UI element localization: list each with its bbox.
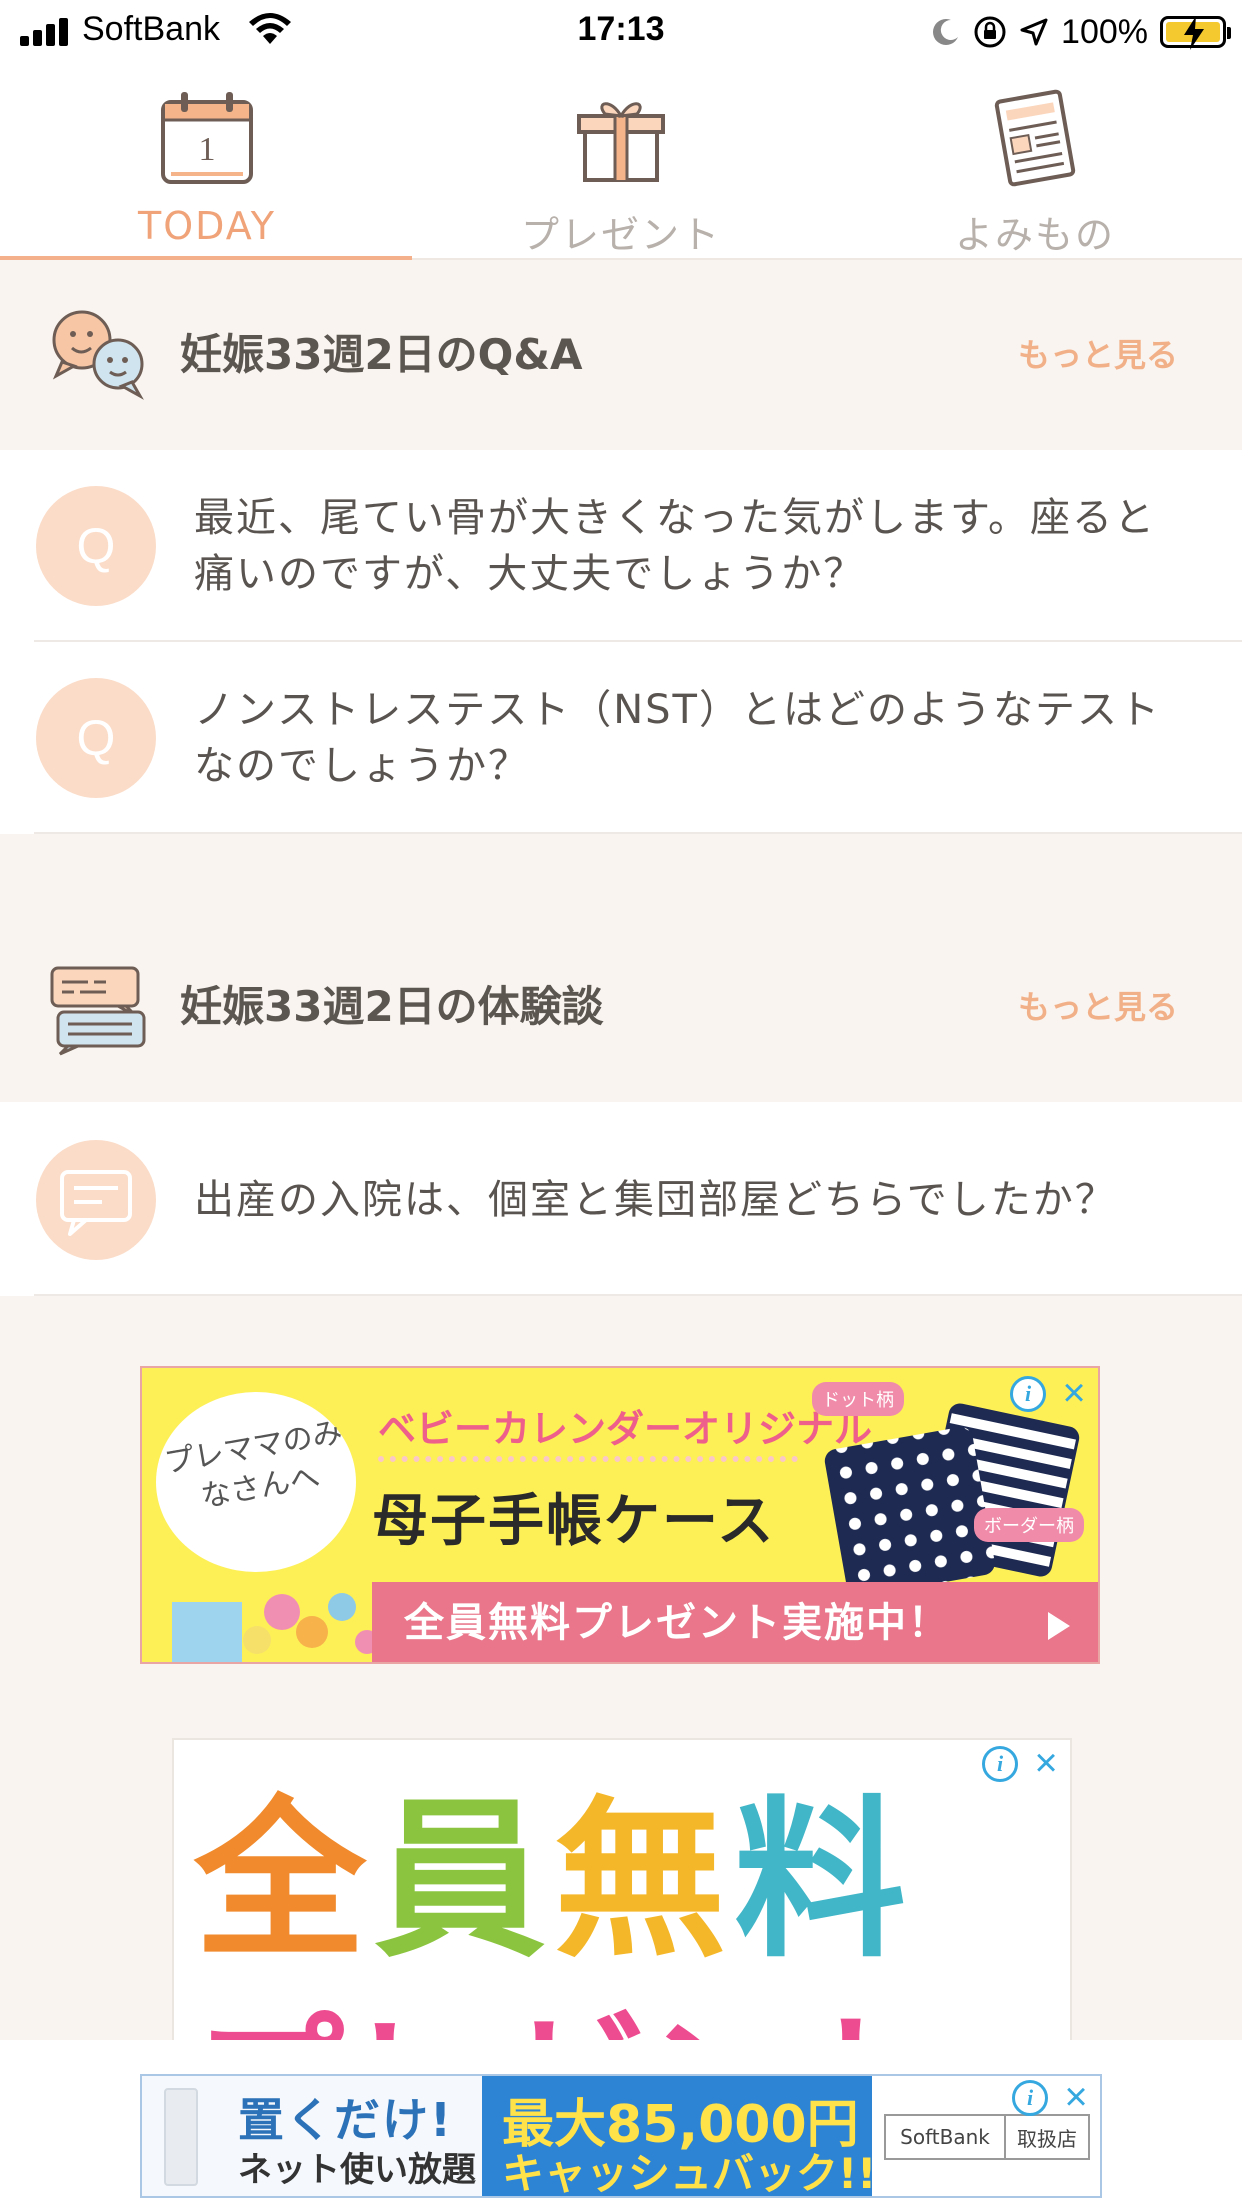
ad-info-icon[interactable]: i xyxy=(1010,1376,1046,1412)
ad-area: プレママのみなさんへ ベビーカレンダーオリジナル 母子手帳ケース ドット柄 ボー… xyxy=(0,1296,1242,2040)
ad-banner-free-present[interactable]: 全員無料 プレゼント i × xyxy=(172,1738,1072,2040)
ad-free-heading: 全員無料 xyxy=(194,1780,914,1981)
question-text: ノンストレステスト（NST）とはどのようなテストなのでしょうか？ xyxy=(194,687,1161,789)
tab-label: よみもの xyxy=(954,213,1115,257)
tab-today[interactable]: 1 TODAY xyxy=(0,64,414,262)
experience-section-header: 妊娠33週2日の体験談 もっと見る xyxy=(0,912,1242,1102)
ad-headline: 母子手帳ケース xyxy=(372,1489,776,1554)
tab-label: TODAY xyxy=(138,204,276,248)
router-illustration xyxy=(164,2088,198,2186)
qa-section-title: 妊娠33週2日のQ&A xyxy=(180,330,583,379)
qa-item[interactable]: Q ノンストレステスト（NST）とはどのようなテストなのでしょうか？ xyxy=(0,642,1242,834)
play-arrow-icon xyxy=(1048,1612,1070,1640)
handbook-case-illustration xyxy=(824,1403,1080,1598)
status-right: 100% xyxy=(931,10,1231,54)
qa-section-header: 妊娠33週2日のQ&A もっと見る xyxy=(0,260,1242,450)
experience-section-title: 妊娠33週2日の体験談 xyxy=(180,982,604,1031)
experience-item[interactable]: 出産の入院は、個室と集団部屋どちらでしたか？ xyxy=(0,1104,1242,1296)
qa-more-link[interactable]: もっと見る xyxy=(1018,260,1178,450)
ad-banner-softbank[interactable]: 置くだけ! ネット使い放題 最大85,000円 キャッシュバック!! SoftB… xyxy=(140,2074,1102,2198)
rotation-lock-icon xyxy=(974,16,1006,48)
ad-dotted-line xyxy=(378,1456,798,1462)
tab-reading[interactable]: よみもの xyxy=(828,64,1242,260)
bottom-ad-bar: 置くだけ! ネット使い放題 最大85,000円 キャッシュバック!! SoftB… xyxy=(0,2040,1242,2208)
location-icon xyxy=(1020,18,1048,46)
status-bar: SoftBank 17:13 100% xyxy=(0,0,1242,64)
question-text: 最近、尾てい骨が大きくなった気がします。座ると痛いのですが、大丈夫でしょうか？ xyxy=(194,495,1156,597)
ad-brand-text: ベビーカレンダーオリジナル xyxy=(378,1407,873,1451)
qa-item[interactable]: Q 最近、尾てい骨が大きくなった気がします。座ると痛いのですが、大丈夫でしょうか… xyxy=(0,450,1242,642)
comment-icon xyxy=(60,1170,132,1236)
ad-info-icon[interactable]: i xyxy=(1012,2080,1048,2116)
ad-close-icon[interactable]: × xyxy=(1028,1743,1064,1783)
softbank-logo: SoftBank 取扱店 xyxy=(884,2114,1090,2160)
flowers-illustration xyxy=(172,1593,379,1662)
battery-percent: 100% xyxy=(1061,12,1148,51)
ad-close-icon[interactable]: × xyxy=(1056,1373,1092,1413)
ad-tag-border: ボーダー柄 xyxy=(974,1508,1084,1542)
ad-tag-dots: ドット柄 xyxy=(812,1382,904,1416)
section-gap xyxy=(0,834,1242,912)
ad-line2: ネット使い放題 xyxy=(238,2150,476,2190)
moon-icon xyxy=(933,19,959,45)
newspaper-icon xyxy=(994,89,1076,187)
ad-cashback: キャッシュバック!! xyxy=(502,2149,877,2198)
ad-present-text: プレゼント xyxy=(194,1964,944,2040)
ad-info-icon[interactable]: i xyxy=(982,1746,1018,1782)
ad-close-icon[interactable]: × xyxy=(1058,2077,1094,2117)
battery-icon xyxy=(1160,16,1231,50)
ad-cta-text: 全員無料プレゼント実施中！ xyxy=(404,1600,950,1646)
experience-more-link[interactable]: もっと見る xyxy=(1018,912,1178,1102)
calendar-icon: 1 xyxy=(161,92,253,184)
tab-label: プレゼント xyxy=(520,213,721,257)
tab-bar: 1 TODAY プレゼント よみもの xyxy=(0,64,1242,262)
ad-banner-mother-handbook-case[interactable]: プレママのみなさんへ ベビーカレンダーオリジナル 母子手帳ケース ドット柄 ボー… xyxy=(140,1366,1100,1664)
tab-present[interactable]: プレゼント xyxy=(414,64,828,260)
question-badge: Q xyxy=(36,678,156,798)
ad-line1: 置くだけ! xyxy=(238,2093,453,2147)
chat-faces-icon xyxy=(52,310,144,400)
gift-icon xyxy=(577,102,665,182)
comment-badge xyxy=(36,1140,156,1260)
question-badge: Q xyxy=(36,486,156,606)
speech-bubbles-icon xyxy=(50,966,146,1056)
svg-text:1: 1 xyxy=(199,131,216,168)
experience-text: 出産の入院は、個室と集団部屋どちらでしたか？ xyxy=(194,1177,1117,1223)
ad-middle-panel: 最大85,000円 キャッシュバック!! xyxy=(482,2076,876,2196)
ad-left-panel: 置くだけ! ネット使い放題 xyxy=(142,2076,482,2196)
